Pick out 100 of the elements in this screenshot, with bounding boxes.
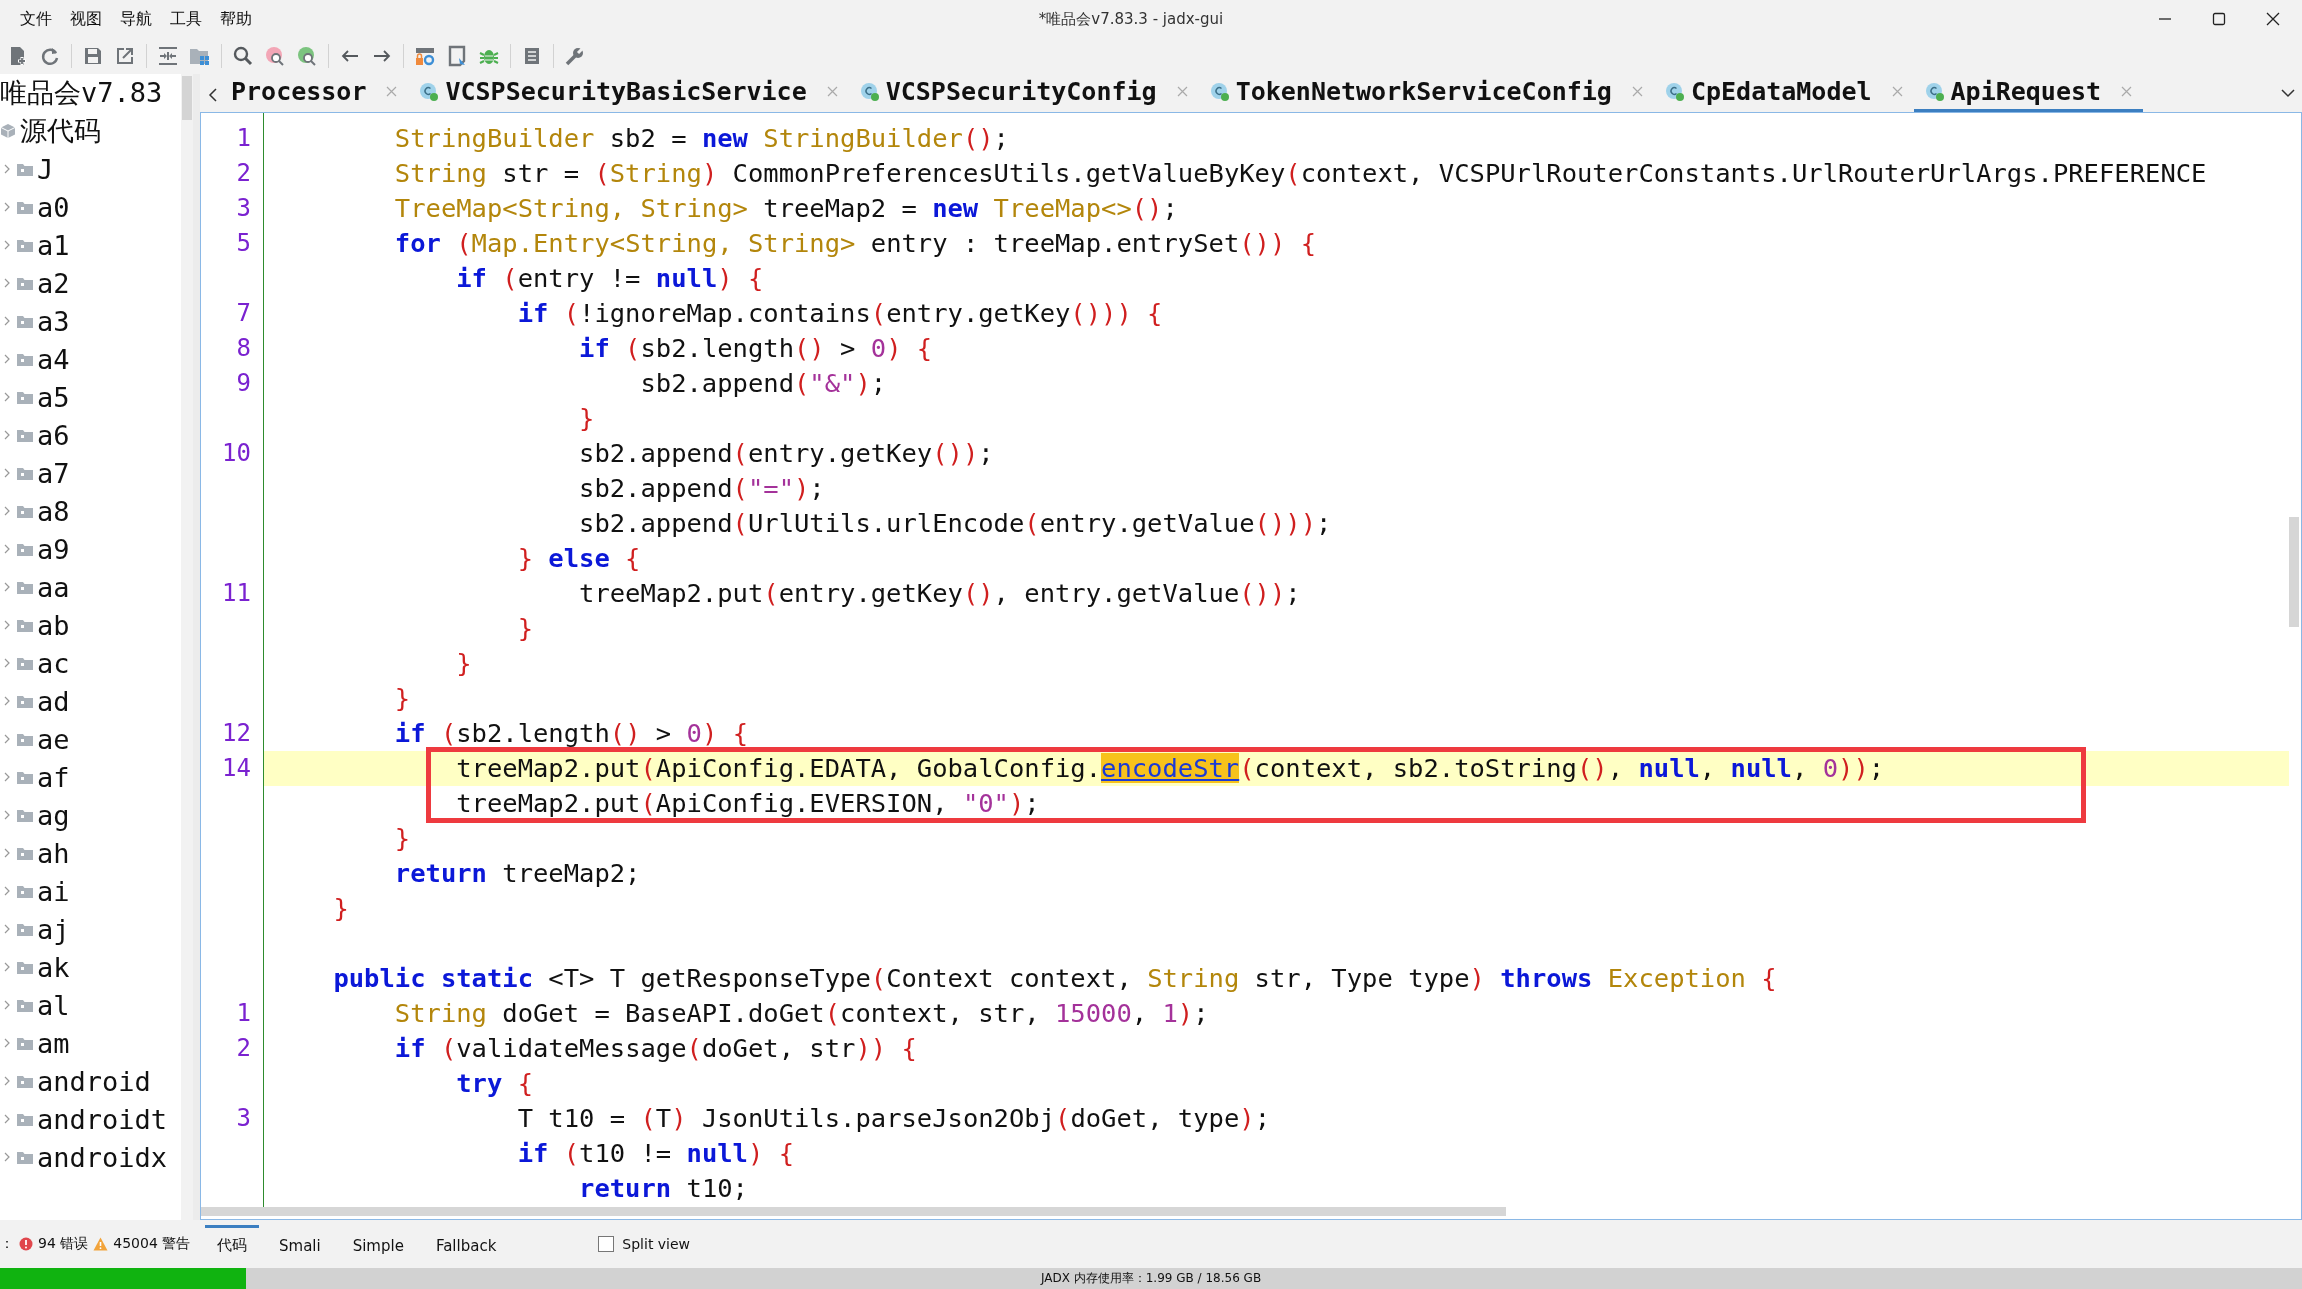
- folder-icon: [17, 466, 33, 480]
- folder-icon: [17, 884, 33, 898]
- code-line: public static <T> T getResponseType(Context context, String str, Type type) throws Exception {: [332, 962, 1778, 995]
- code-line: T t10 = (T) JsonUtils.parseJson2Obj(doGet, type);: [516, 1102, 1271, 1135]
- tree-item[interactable]: aa: [37, 571, 70, 603]
- chevron-down-icon[interactable]: [2280, 88, 2296, 98]
- tree-item[interactable]: android: [37, 1065, 151, 1097]
- wrench-icon[interactable]: [564, 45, 586, 67]
- tree-item[interactable]: J: [37, 153, 54, 185]
- folder-icon: [17, 390, 33, 404]
- view-tab[interactable]: Simple: [340, 1225, 416, 1263]
- editor-tab[interactable]: CpEdataModel: [1653, 74, 1914, 112]
- code-line: sb2.append(UrlUtils.urlEncode(entry.getValue()));: [578, 507, 1333, 540]
- class-icon: [1664, 81, 1685, 102]
- view-tab[interactable]: Fallback: [423, 1225, 509, 1263]
- tree-item[interactable]: ah: [37, 837, 70, 869]
- tree-item[interactable]: ac: [37, 647, 70, 679]
- code-line: }: [332, 892, 350, 925]
- line-number: 2: [236, 1034, 251, 1062]
- tree-item[interactable]: a7: [37, 457, 70, 489]
- code-editor[interactable]: [200, 112, 2302, 1220]
- tree-item[interactable]: am: [37, 1027, 70, 1059]
- window-title: *唯品会v7.83.3 - jadx-gui: [1038, 9, 1224, 29]
- tree-item[interactable]: 唯品会v7.83: [0, 75, 163, 111]
- scrollbar-thumb[interactable]: [182, 76, 192, 120]
- code-line: } else {: [516, 542, 642, 575]
- reload-icon[interactable]: [39, 45, 61, 67]
- code-line: }: [455, 647, 473, 680]
- warning-icon: [93, 1237, 109, 1251]
- line-number: 1: [236, 124, 251, 152]
- error-icon: [19, 1237, 33, 1251]
- editor-tab[interactable]: TokenNetworkServiceConfig: [1198, 74, 1654, 112]
- tree-item[interactable]: ab: [37, 609, 70, 641]
- lock-gear-icon[interactable]: [414, 45, 436, 67]
- menu-item[interactable]: 文件: [20, 8, 52, 30]
- folder-icon: [17, 314, 33, 328]
- code-line: }: [578, 402, 596, 435]
- code-line: try {: [455, 1067, 534, 1100]
- code-line: StringBuilder sb2 = new StringBuilder();: [393, 122, 1010, 155]
- code-line: sb2.append("=");: [578, 472, 826, 505]
- code-line: if (sb2.length() > 0) {: [578, 332, 934, 365]
- export-icon[interactable]: [114, 45, 136, 67]
- editor-tab[interactable]: Processor: [220, 74, 409, 112]
- code-line: return t10;: [578, 1172, 749, 1205]
- collapse-icon[interactable]: [157, 45, 179, 67]
- search-icon[interactable]: [232, 45, 254, 67]
- menu-item[interactable]: 工具: [170, 8, 202, 30]
- tree-item[interactable]: a1: [37, 229, 70, 261]
- tree-item[interactable]: androidx: [37, 1141, 168, 1173]
- tree-item[interactable]: a9: [37, 533, 70, 565]
- tree-item[interactable]: androidt: [37, 1103, 168, 1135]
- menu-item[interactable]: 导航: [120, 8, 152, 30]
- scrollbar-thumb[interactable]: [2289, 517, 2299, 627]
- document-icon[interactable]: [446, 45, 468, 67]
- code-line: treeMap2.put(entry.getKey(), entry.getValue());: [578, 577, 1302, 610]
- warning-count[interactable]: 45004 警告: [113, 1235, 191, 1253]
- memory-usage-label: JADX 内存使用率：1.99 GB / 18.56 GB: [1040, 1270, 1262, 1287]
- code-line: for (Map.Entry<String, String> entry : treeMap.entrySet()) {: [393, 227, 1317, 260]
- tree-item[interactable]: a2: [37, 267, 70, 299]
- scrollbar-thumb[interactable]: [201, 1207, 1506, 1216]
- view-tab[interactable]: Smali: [267, 1225, 333, 1263]
- line-number: 14: [222, 754, 251, 782]
- tree-item[interactable]: ag: [37, 799, 70, 831]
- tree-item[interactable]: ad: [37, 685, 70, 717]
- menu-item[interactable]: 帮助: [220, 8, 252, 30]
- maximize-icon[interactable]: [2212, 12, 2226, 26]
- tree-item[interactable]: af: [37, 761, 70, 793]
- editor-tab[interactable]: VCSPSecurityBasicService: [408, 74, 849, 112]
- line-number: 1: [236, 999, 251, 1027]
- tree-item[interactable]: 源代码: [20, 113, 101, 149]
- folder-icon: [17, 618, 33, 632]
- close-icon[interactable]: [2266, 12, 2280, 26]
- line-number: 7: [236, 299, 251, 327]
- save-icon[interactable]: [82, 45, 104, 67]
- tree-item[interactable]: ai: [37, 875, 70, 907]
- line-number: 2: [236, 159, 251, 187]
- class-search-icon[interactable]: [264, 45, 286, 67]
- checkbox[interactable]: [598, 1236, 615, 1252]
- editor-tab[interactable]: VCSPSecurityConfig: [848, 74, 1199, 112]
- code-line: if (sb2.length() > 0) {: [393, 717, 749, 750]
- tree-item[interactable]: aj: [37, 913, 70, 945]
- tree-item[interactable]: a4: [37, 343, 70, 375]
- line-number: 10: [222, 439, 251, 467]
- tree-item[interactable]: a5: [37, 381, 70, 413]
- code-line: }: [393, 682, 412, 715]
- error-count[interactable]: 94 错误: [38, 1235, 89, 1253]
- view-tab[interactable]: 代码: [205, 1225, 259, 1263]
- tree-item[interactable]: a0: [37, 191, 70, 223]
- chevron-left-icon[interactable]: [208, 87, 218, 103]
- usage-search-icon[interactable]: [296, 45, 318, 67]
- menu-item[interactable]: 视图: [70, 8, 102, 30]
- tree-item[interactable]: a6: [37, 419, 70, 451]
- tree-item[interactable]: a3: [37, 305, 70, 337]
- line-number: 11: [222, 579, 251, 607]
- tree-item[interactable]: ae: [37, 723, 70, 755]
- tree-item[interactable]: a8: [37, 495, 70, 527]
- tree-item[interactable]: al: [37, 989, 70, 1021]
- tree-item[interactable]: ak: [37, 951, 70, 983]
- checkbox-label[interactable]: Split view: [622, 1236, 691, 1252]
- folder-icon: [17, 542, 33, 556]
